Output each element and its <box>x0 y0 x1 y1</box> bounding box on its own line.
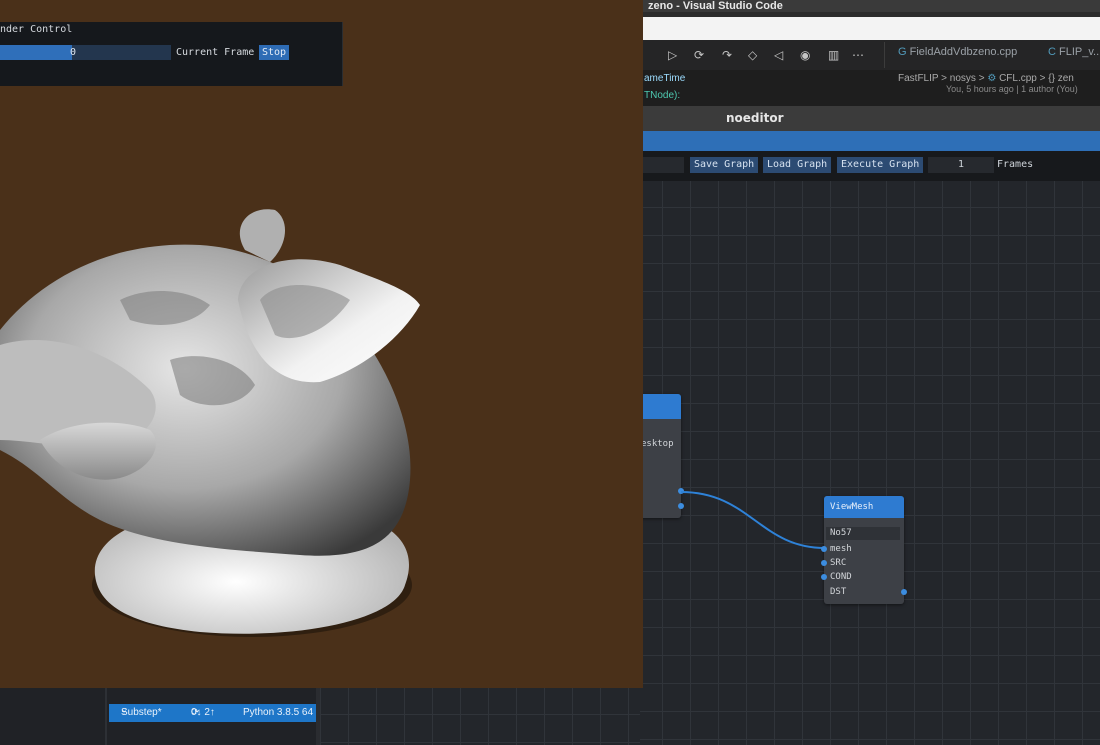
frames-label: Frames <box>997 159 1034 170</box>
node-name-field[interactable]: No57 <box>826 527 900 540</box>
step-over-icon[interactable]: ↷ <box>722 48 732 62</box>
partial-node-output-label: esktop <box>641 439 674 449</box>
node-connection-wire[interactable] <box>640 480 840 560</box>
back-icon[interactable]: ◇ <box>748 48 757 62</box>
code-fragment-1: ameTime <box>644 73 686 84</box>
vscode-status-bar: ⑂ Substep* ⟳ 0↓ 2↑ Python 3.8.5 64 <box>109 704 316 722</box>
src-input-label: SRC <box>830 558 847 568</box>
tab-flip[interactable]: C FLIP_v... <box>1048 46 1100 58</box>
frame-slider-value: 0 <box>70 47 77 58</box>
vscode-menu-strip <box>640 17 1100 40</box>
frame-slider-fill <box>0 45 72 60</box>
git-blame-annotation: You, 5 hours ago | 1 author (You) <box>946 84 1078 94</box>
git-sync-label: 0↓ 2↑ <box>191 707 215 718</box>
vscode-title-bar: zeno - Visual Studio Code <box>640 0 1100 17</box>
split-editor-icon[interactable]: ▥ <box>828 48 839 62</box>
cpp-file-icon: G <box>898 46 910 58</box>
tab-label: FLIP_v... <box>1059 46 1100 58</box>
graph-path-field[interactable] <box>640 157 684 173</box>
viewmesh-node[interactable]: ViewMesh No57 mesh SRC COND DST <box>821 496 907 604</box>
render-control-panel: nder Control 0 Current Frame Stop <box>0 22 343 86</box>
node-graph-canvas[interactable] <box>640 181 1100 745</box>
stop-button[interactable]: Stop <box>259 45 290 60</box>
code-fragment-2: TNode): <box>644 90 681 101</box>
node-graph-canvas-lower[interactable] <box>320 686 640 745</box>
load-graph-button[interactable]: Load Graph <box>763 157 832 173</box>
noeditor-toolbar: Save Graph Load Graph Execute Graph 1 Fr… <box>640 151 1100 181</box>
toolbar-divider <box>884 42 885 68</box>
frames-input[interactable]: 1 <box>928 157 994 173</box>
current-frame-label: Current Frame <box>176 47 255 58</box>
noeditor-title-bar[interactable]: noeditor <box>640 106 1100 131</box>
panel-divider <box>105 688 107 745</box>
rendered-mesh <box>0 209 420 637</box>
git-branch-label: Substep* <box>121 707 162 718</box>
render-control-title: nder Control <box>0 24 73 35</box>
breadcrumb-item[interactable]: {} zen <box>1048 73 1074 84</box>
breadcrumb: FastFLIP > nosys > ⚙ CFL.cpp > {} zen <box>898 73 1074 84</box>
python-interpreter[interactable]: Python 3.8.5 64 <box>243 704 313 722</box>
cpp-file-icon: ⚙ <box>987 73 997 84</box>
frame-slider[interactable]: 0 <box>0 45 171 60</box>
dst-output-socket[interactable] <box>901 589 907 595</box>
panel-divider <box>316 688 320 745</box>
render-viewport[interactable]: nder Control 0 Current Frame Stop <box>0 0 643 688</box>
src-input-socket[interactable] <box>821 560 827 566</box>
vscode-window-title: zeno - Visual Studio Code <box>648 0 783 12</box>
noeditor-window-title: noeditor <box>726 111 784 125</box>
cond-input-label: COND <box>830 572 852 582</box>
mesh-input-socket[interactable] <box>821 546 827 552</box>
run-icon[interactable]: ▷ <box>668 48 677 62</box>
breadcrumb-item[interactable]: nosys <box>950 73 976 84</box>
mesh-input-label: mesh <box>830 544 852 554</box>
save-graph-button[interactable]: Save Graph <box>690 157 759 173</box>
copilot-icon[interactable]: ◉ <box>800 48 810 62</box>
vscode-debug-toolbar: ▷ ⟳ ↷ ◇ ◁ ◉ ▥ ⋯ G FieldAddVdbzeno.cpp C … <box>640 40 1100 70</box>
dst-output-label: DST <box>830 587 847 597</box>
noeditor-accent-bar <box>640 131 1100 151</box>
viewmesh-node-header[interactable]: ViewMesh <box>824 496 904 518</box>
execute-graph-button[interactable]: Execute Graph <box>837 157 924 173</box>
breadcrumb-item[interactable]: FastFLIP <box>898 73 938 84</box>
c-file-icon: C <box>1048 46 1059 58</box>
tab-label: FieldAddVdbzeno.cpp <box>909 46 1018 58</box>
cond-input-socket[interactable] <box>821 574 827 580</box>
breadcrumb-item[interactable]: CFL.cpp <box>999 73 1037 84</box>
tab-fieldaddvdb[interactable]: G FieldAddVdbzeno.cpp <box>898 46 1017 58</box>
more-actions-icon[interactable]: ⋯ <box>852 48 864 62</box>
step-back-icon[interactable]: ◁ <box>774 48 783 62</box>
step-icon[interactable]: ⟳ <box>694 48 704 62</box>
